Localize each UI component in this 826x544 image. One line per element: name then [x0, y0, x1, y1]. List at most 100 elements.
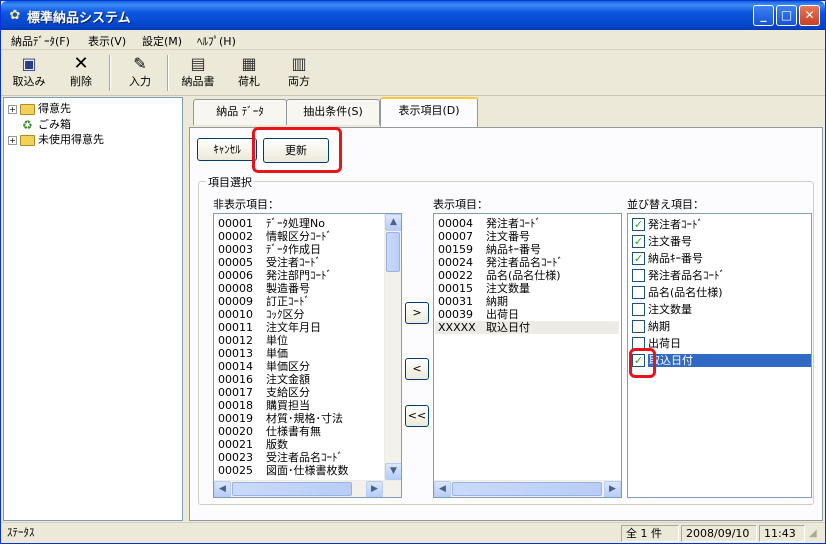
list-item[interactable]: 00014 単価区分: [218, 360, 310, 373]
scroll-up-icon[interactable]: ▲: [385, 214, 401, 231]
item-name: 単位: [266, 334, 288, 347]
menu-delivery-data[interactable]: 納品ﾃﾞｰﾀ(F): [11, 33, 70, 49]
horizontal-scrollbar[interactable]: ◀ ▶: [214, 480, 401, 497]
pane-splitter[interactable]: [184, 97, 188, 521]
list-item[interactable]: XXXXX 取込日付: [435, 321, 619, 334]
cancel-button[interactable]: ｷｬﾝｾﾙ: [197, 138, 257, 161]
add-item-button[interactable]: >: [405, 302, 429, 324]
list-item[interactable]: 00023 受注者品名ｺｰﾄﾞ: [218, 451, 343, 464]
minimize-button[interactable]: _: [753, 5, 774, 26]
item-code: 00159: [438, 243, 473, 256]
close-button[interactable]: ✕: [799, 5, 820, 26]
list-item[interactable]: 00017 支給区分: [218, 386, 310, 399]
scroll-left-icon[interactable]: ◀: [214, 481, 231, 497]
expand-icon[interactable]: +: [8, 104, 17, 114]
sort-item[interactable]: ✓ 納品ｷｰ番号: [632, 250, 703, 267]
maximize-button[interactable]: □: [776, 5, 797, 26]
sort-item[interactable]: 注文数量: [632, 301, 692, 318]
scroll-left-icon[interactable]: ◀: [434, 481, 451, 497]
delete-button[interactable]: ✕ 削除: [59, 53, 103, 93]
tree-item-unused-customers[interactable]: + 未使用得意先: [8, 132, 104, 148]
vertical-scrollbar[interactable]: ▲ ▼: [384, 214, 401, 480]
list-item[interactable]: 00022 品名(品名仕様): [438, 269, 561, 282]
tab-display-items[interactable]: 表示項目(D): [380, 97, 478, 127]
checkbox-checked-icon[interactable]: ✓: [632, 251, 645, 265]
list-item[interactable]: 00015 注文数量: [438, 282, 530, 295]
input-button[interactable]: ✎ 入力: [118, 53, 162, 93]
scroll-right-icon[interactable]: ▶: [366, 481, 383, 497]
list-item[interactable]: 00024 発注者品名ｺｰﾄﾞ: [438, 256, 563, 269]
customer-tree[interactable]: + 得意先 ♻ ごみ箱 + 未使用得意先: [3, 97, 183, 521]
checkbox-icon[interactable]: [632, 285, 645, 299]
list-item[interactable]: 00005 受注者ｺｰﾄﾞ: [218, 256, 321, 269]
list-item[interactable]: 00002 情報区分ｺｰﾄﾞ: [218, 230, 332, 243]
item-code: 00012: [218, 334, 253, 347]
import-button[interactable]: ▣ 取込み: [7, 53, 51, 93]
list-item[interactable]: 00031 納期: [438, 295, 508, 308]
item-name: 受注者品名ｺｰﾄﾞ: [266, 451, 343, 464]
title-bar[interactable]: ✿ 標準納品システム _ □ ✕: [1, 1, 825, 30]
scroll-thumb[interactable]: [452, 482, 602, 496]
item-name: 発注者ｺｰﾄﾞ: [486, 217, 541, 230]
list-item[interactable]: 00019 材質･規格･寸法: [218, 412, 343, 425]
list-item[interactable]: 00004 発注者ｺｰﾄﾞ: [438, 217, 541, 230]
app-icon: ✿: [9, 8, 21, 23]
list-item[interactable]: 00020 仕様書有無: [218, 425, 321, 438]
item-code: 00011: [218, 321, 253, 334]
tree-item-recycle-bin[interactable]: ♻ ごみ箱: [22, 117, 71, 133]
list-item[interactable]: 00003 ﾃﾞｰﾀ作成日: [218, 243, 321, 256]
list-item[interactable]: 00008 製造番号: [218, 282, 310, 295]
recycle-bin-icon: ♻: [22, 117, 33, 132]
status-bar: ｽﾃｰﾀｽ 全 1 件 2008/09/10 11:43 ◢: [1, 522, 825, 543]
sort-item[interactable]: ✓ 発注者ｺｰﾄﾞ: [632, 216, 703, 233]
shown-items-list[interactable]: 00004 発注者ｺｰﾄﾞ 00007 注文番号 00159 納品ｷｰ番号 00024 発注者…: [433, 213, 622, 498]
list-item[interactable]: 00001 ﾃﾞｰﾀ処理No: [218, 217, 325, 230]
scroll-thumb[interactable]: [386, 232, 400, 272]
list-item[interactable]: 00007 注文番号: [438, 230, 530, 243]
sort-item[interactable]: ✓ 取込日付: [632, 352, 811, 369]
sort-item[interactable]: 発注者品名ｺｰﾄﾞ: [632, 267, 725, 284]
resize-grip-icon[interactable]: ◢: [809, 528, 817, 539]
tab-extract-conditions[interactable]: 抽出条件(S): [286, 99, 380, 125]
menu-help[interactable]: ﾍﾙﾌﾟ(H): [197, 33, 236, 49]
checkbox-icon[interactable]: [632, 268, 645, 282]
checkbox-icon[interactable]: [632, 302, 645, 316]
list-item[interactable]: 00016 注文金額: [218, 373, 310, 386]
list-item[interactable]: 00025 図面･仕様書枚数: [218, 464, 349, 477]
item-code: 00031: [438, 295, 473, 308]
list-item[interactable]: 00012 単位: [218, 334, 288, 347]
list-item[interactable]: 00039 出荷日: [438, 308, 519, 321]
list-item[interactable]: 00018 購買担当: [218, 399, 310, 412]
menu-view[interactable]: 表示(V): [88, 33, 126, 49]
checkbox-checked-icon[interactable]: ✓: [632, 217, 645, 231]
list-item[interactable]: 00011 注文年月日: [218, 321, 321, 334]
list-item[interactable]: 00006 発注部門ｺｰﾄﾞ: [218, 269, 332, 282]
checkbox-checked-icon[interactable]: ✓: [632, 234, 645, 248]
tree-item-customers[interactable]: + 得意先: [8, 101, 71, 117]
remove-all-button[interactable]: <<: [405, 405, 429, 427]
list-item[interactable]: 00159 納品ｷｰ番号: [438, 243, 541, 256]
sort-item[interactable]: 納期: [632, 318, 670, 335]
list-item[interactable]: 00013 単価: [218, 347, 288, 360]
remove-item-button[interactable]: <: [405, 358, 429, 380]
floppy-disk-icon: ▣: [21, 54, 37, 73]
hidden-items-list[interactable]: 00001 ﾃﾞｰﾀ処理No 00002 情報区分ｺｰﾄﾞ 00003 ﾃﾞｰﾀ作成日 00…: [213, 213, 402, 498]
tab-delivery-data[interactable]: 納品 ﾃﾞｰﾀ: [193, 99, 287, 125]
list-item[interactable]: 00010 ｺｯｸ区分: [218, 308, 305, 321]
tag-button[interactable]: ▦ 荷札: [227, 53, 271, 93]
menu-settings[interactable]: 設定(M): [142, 33, 182, 49]
update-button[interactable]: 更新: [263, 138, 329, 163]
checkbox-icon[interactable]: [632, 319, 645, 333]
horizontal-scrollbar[interactable]: ◀ ▶: [434, 480, 621, 497]
scroll-thumb[interactable]: [232, 482, 352, 496]
scroll-right-icon[interactable]: ▶: [604, 481, 621, 497]
scroll-down-icon[interactable]: ▼: [385, 463, 401, 480]
sort-item[interactable]: ✓ 注文番号: [632, 233, 692, 250]
list-item[interactable]: 00021 版数: [218, 438, 288, 451]
both-print-icon: ▥: [291, 54, 307, 73]
delivery-slip-button[interactable]: ▤ 納品書: [176, 53, 220, 93]
expand-icon[interactable]: +: [8, 135, 17, 145]
sort-item[interactable]: 品名(品名仕様): [632, 284, 723, 301]
both-button[interactable]: ▥ 両方: [277, 53, 321, 93]
list-item[interactable]: 00009 訂正ｺｰﾄﾞ: [218, 295, 310, 308]
